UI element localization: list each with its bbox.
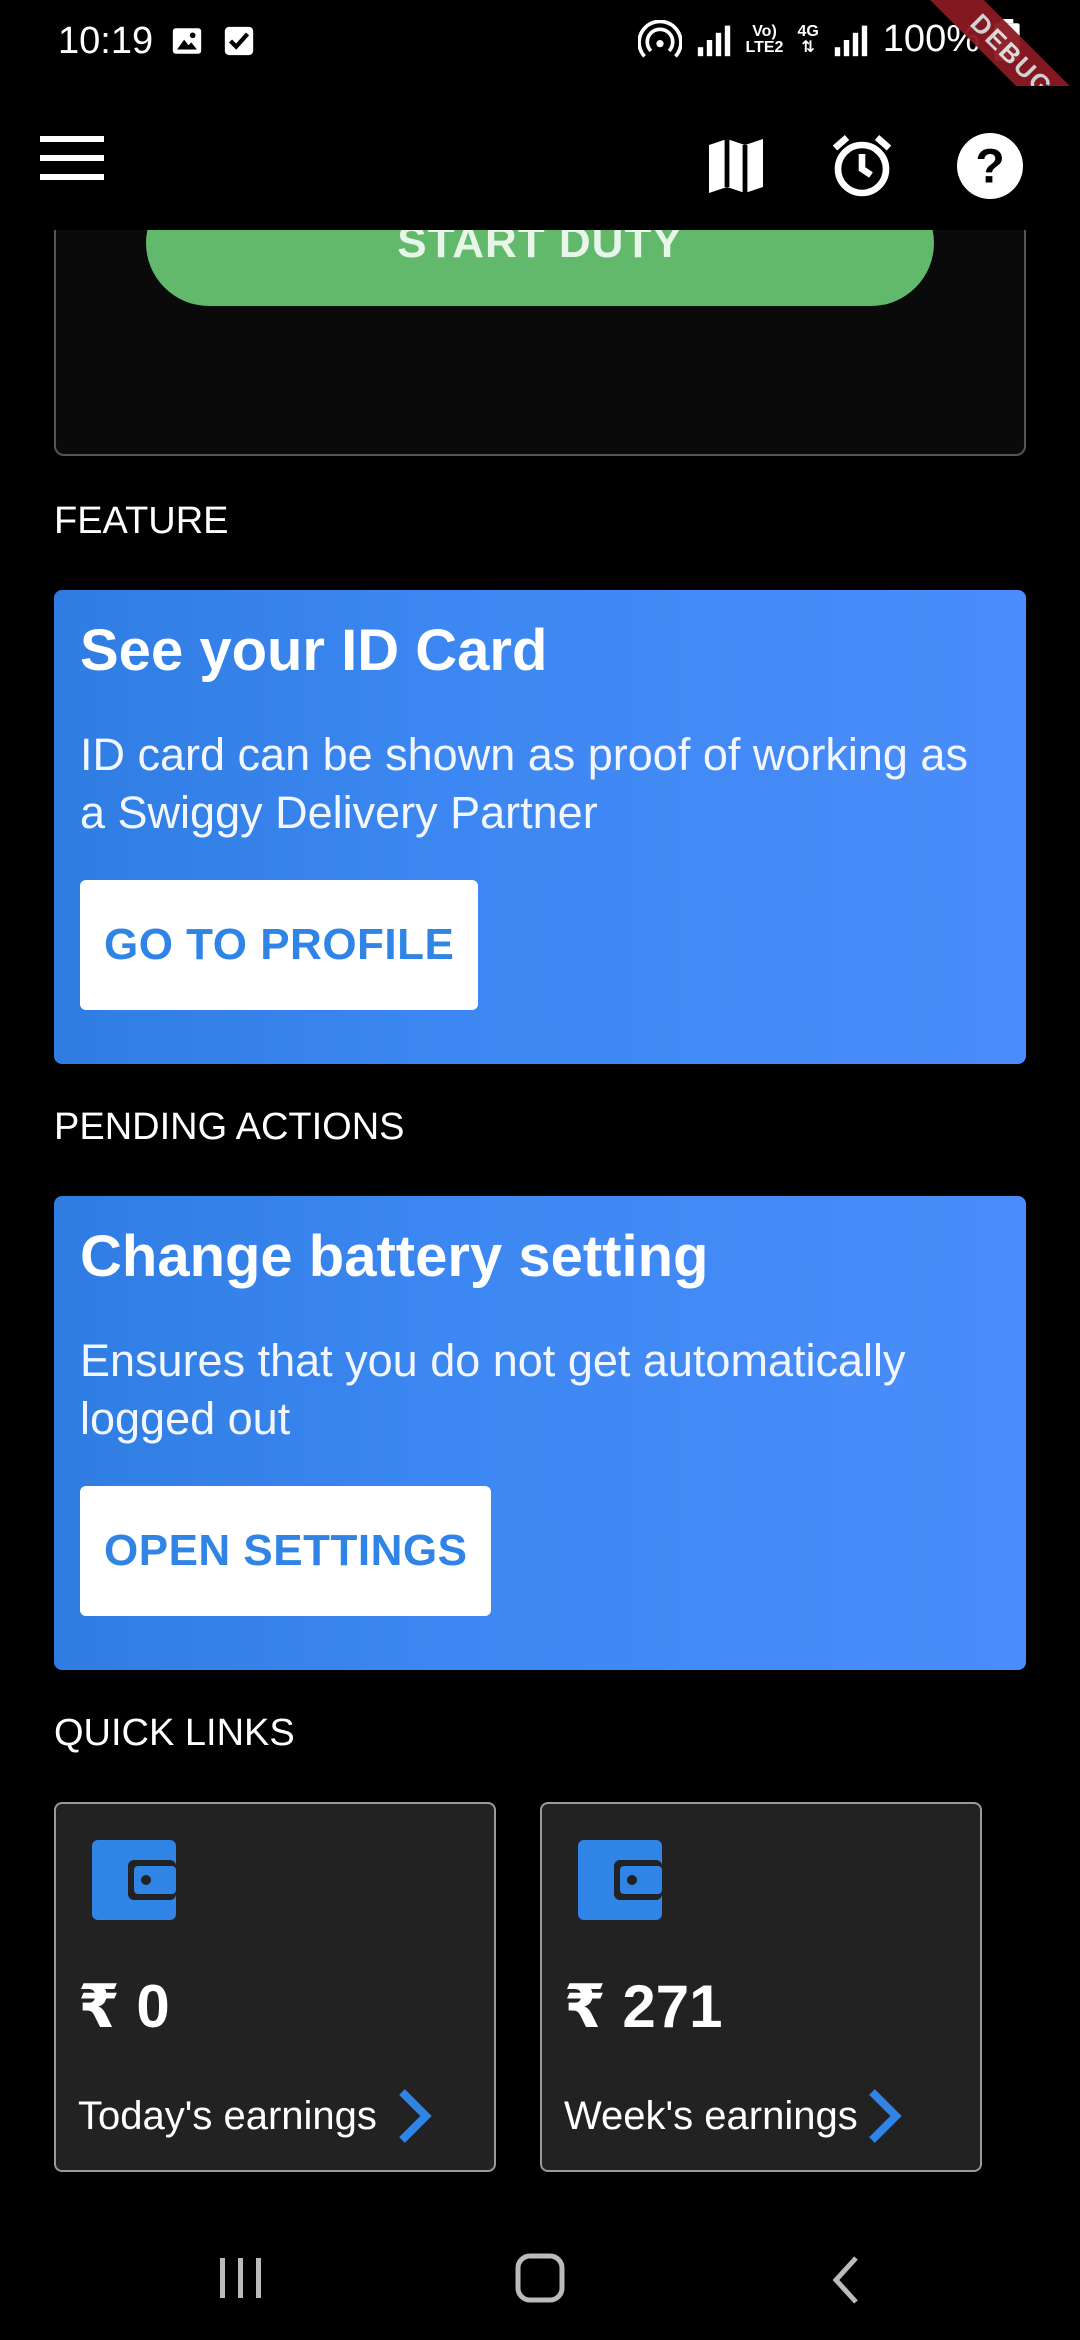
id-card-feature-card: See your ID Card ID card can be shown as…	[54, 590, 1026, 1064]
quick-links-section-title: QUICK LINKS	[54, 1712, 295, 1754]
go-to-profile-button[interactable]: GO TO PROFILE	[80, 880, 479, 1010]
back-icon[interactable]	[826, 2252, 866, 2308]
app-bar: ?	[0, 86, 1080, 230]
feature-card-title: See your ID Card	[80, 618, 548, 683]
earnings-amount: ₹ 0	[78, 1973, 170, 2040]
recent-apps-icon[interactable]	[216, 2252, 266, 2304]
quick-links-row: ₹ 0 Today's earnings ₹ 271 Week's earnin…	[54, 1802, 982, 2172]
feature-card-description: ID card can be shown as proof of working…	[80, 729, 968, 838]
home-icon[interactable]	[514, 2252, 566, 2304]
signal-icon-2	[834, 25, 867, 56]
feature-section-title: FEATURE	[54, 500, 229, 542]
alarm-icon[interactable]	[826, 130, 898, 202]
system-nav-bar	[0, 2220, 1080, 2340]
open-settings-button[interactable]: OPEN SETTINGS	[80, 1486, 492, 1616]
earnings-label: Week's earnings	[564, 2094, 858, 2138]
map-icon[interactable]	[700, 130, 772, 202]
volte-label: Vo) LTE2	[745, 22, 784, 56]
checkbox-notification-icon	[224, 26, 254, 56]
status-bar: 10:19 Vo) LTE2 4G ⇅ 100% DEBUG	[0, 0, 1080, 161]
pending-card-title: Change battery setting	[80, 1224, 709, 1289]
data-arrows-icon: ⇅	[801, 38, 815, 56]
wallet-icon	[92, 1840, 176, 1920]
pending-section-title: PENDING ACTIONS	[54, 1106, 405, 1148]
earnings-amount: ₹ 271	[564, 1973, 723, 2040]
hotspot-icon	[637, 19, 682, 58]
help-icon[interactable]: ?	[954, 130, 1026, 202]
wallet-icon	[578, 1840, 662, 1920]
status-time: 10:19	[58, 20, 154, 62]
todays-earnings-card[interactable]: ₹ 0 Today's earnings	[54, 1802, 496, 2172]
earnings-label: Today's earnings	[78, 2094, 377, 2138]
weeks-earnings-card[interactable]: ₹ 271 Week's earnings	[540, 1802, 982, 2172]
chevron-right-icon	[869, 2089, 902, 2143]
network-type: 4G ⇅	[797, 22, 819, 56]
menu-icon[interactable]	[38, 130, 108, 186]
pending-card-description: Ensures that you do not get automaticall…	[80, 1335, 906, 1444]
chevron-right-icon	[399, 2089, 432, 2143]
image-notification-icon	[172, 28, 202, 54]
status-notification-icons	[170, 24, 256, 58]
battery-setting-card: Change battery setting Ensures that you …	[54, 1196, 1026, 1670]
svg-text:?: ?	[975, 141, 1004, 194]
signal-icon	[697, 25, 730, 56]
